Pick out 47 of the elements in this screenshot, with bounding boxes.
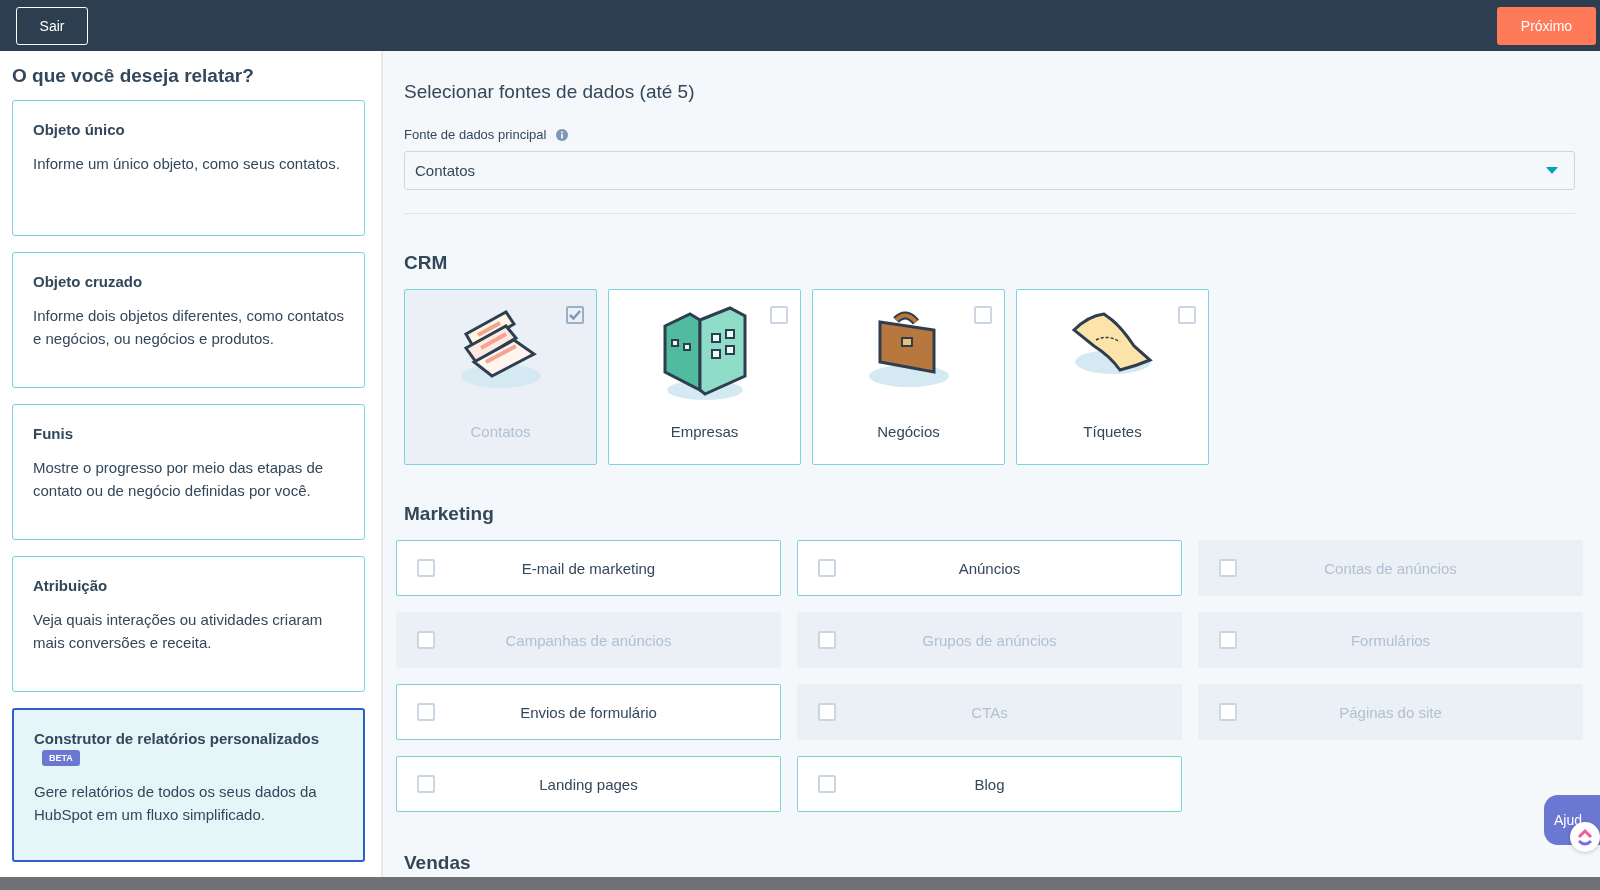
data-source-card[interactable]: Tíquetes [1016,289,1209,465]
data-source-option[interactable]: Blog [797,756,1182,812]
option-label: Campanhas de anúncios [504,631,673,649]
data-source-option[interactable]: E-mail de marketing [396,540,781,596]
option-description: Gere relatórios de todos os seus dados da HubSpot em um fluxo simplificado. [34,782,318,825]
section-heading: CRM [404,252,449,274]
card-label: Tíquetes [1083,423,1142,440]
option-title: Objeto único [33,121,125,138]
option-label: CTAs [970,703,1009,721]
option-label: E-mail de marketing [520,559,657,577]
option-label: Páginas do site [1338,703,1443,721]
option-label: Formulários [1349,631,1432,649]
option-description: Veja quais interações ou atividades criaram mais conversões e receita. [33,610,324,653]
section-title: Selecionar fontes de dados (até 5) [404,81,696,103]
option-description: Informe um único objeto, como seus contatos. [33,154,341,174]
section-heading: Vendas [404,852,472,874]
data-source-option[interactable]: Envios de formulário [396,684,781,740]
option-title: Funis [33,425,73,442]
option-title: Atribuição [33,577,108,594]
option-description: Mostre o progresso por meio das etapas de contato ou de negócio definidas por você. [33,458,325,501]
sidebar-title: O que você deseja relatar? [12,65,255,87]
data-source-option[interactable]: Landing pages [396,756,781,812]
option-title: Objeto cruzado [33,273,143,290]
beta-badge: BETA [42,750,80,766]
card-label: Empresas [670,423,739,440]
option-description: Informe dois objetos diferentes, como contatos e negócios, ou negócios e produtos. [33,306,344,349]
option-label: Envios de formulário [519,703,658,721]
data-source-option[interactable]: Anúncios [797,540,1182,596]
section-heading: Marketing [404,503,495,525]
report-type-card[interactable]: Objeto cruzado Informe dois objetos diferentes, como contatos e negócios, ou negócios e produtos. [12,252,365,388]
report-type-card[interactable]: Objeto único Informe um único objeto, como seus contatos. [12,100,365,236]
option-label: Anúncios [957,559,1022,577]
field-label: Fonte de dados principal [404,127,547,142]
option-label: Blog [973,775,1006,793]
exit-button[interactable]: Sair [16,6,88,45]
option-label: Contas de anúncios [1323,559,1458,577]
option-title: Construtor de relatórios personalizados [34,730,320,747]
data-source-card[interactable]: Empresas [608,289,801,465]
option-label: Grupos de anúncios [921,631,1058,649]
data-source-dropdown[interactable]: Contatos [404,151,1575,190]
option-label: Landing pages [538,775,639,793]
card-label: Negócios [877,423,940,440]
report-type-card[interactable]: Funis Mostre o progresso por meio das etapas de contato ou de negócio definidas por você. [12,404,365,540]
report-type-card[interactable]: Construtor de relatórios personalizados BETA Gere relatórios de todos os seus dados da HubSpot em um fluxo simplificado. [12,708,365,862]
report-type-card[interactable]: Atribuição Veja quais interações ou atividades criaram mais conversões e receita. [12,556,365,692]
data-source-card[interactable]: Negócios [812,289,1005,465]
card-label: Contatos [470,423,531,440]
